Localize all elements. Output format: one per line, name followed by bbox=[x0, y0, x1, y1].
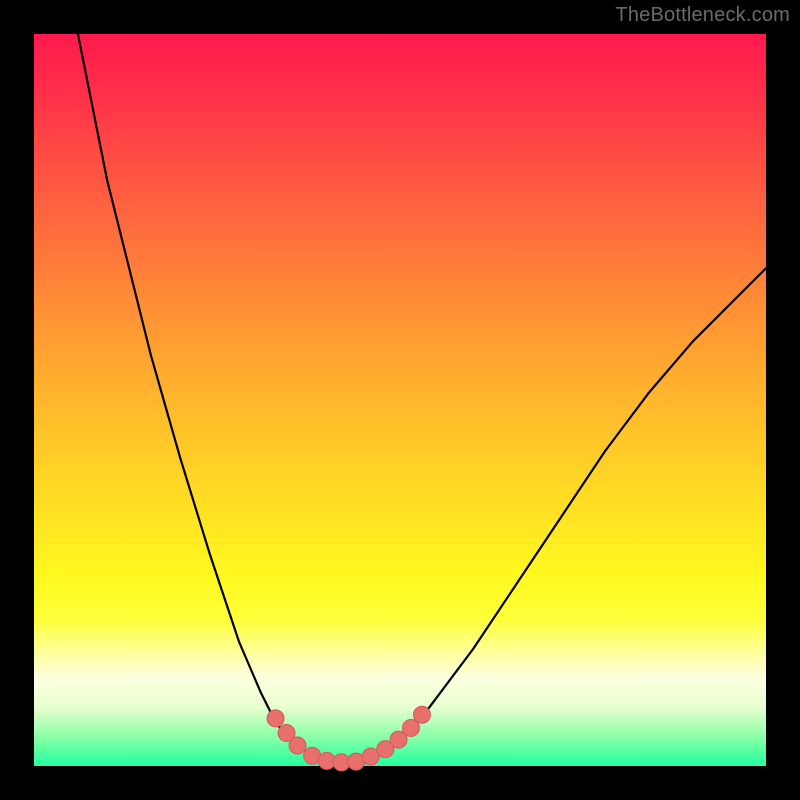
watermark-text: TheBottleneck.com bbox=[615, 4, 790, 27]
curve-marker bbox=[289, 737, 306, 754]
chart-svg bbox=[34, 34, 766, 766]
bottleneck-curve bbox=[78, 34, 766, 762]
curve-marker bbox=[267, 710, 284, 727]
chart-frame: TheBottleneck.com bbox=[0, 0, 800, 800]
curve-marker bbox=[413, 706, 430, 723]
curve-markers bbox=[267, 706, 430, 771]
